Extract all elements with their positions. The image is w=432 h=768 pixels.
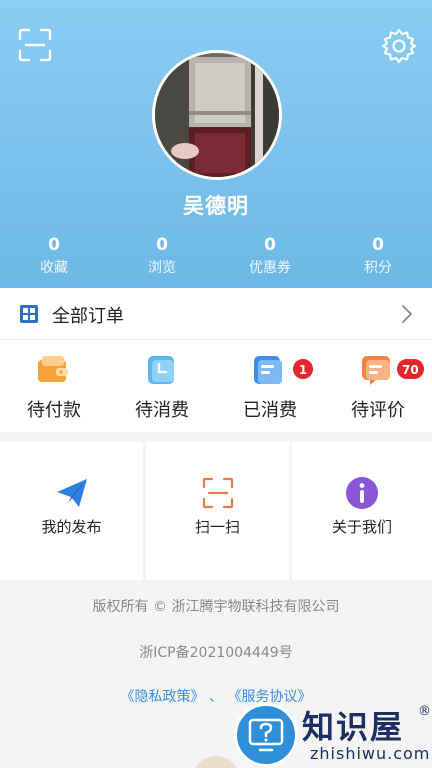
orders-grid-icon [20,305,38,323]
feature-grid: 我的发布 扫一扫 关于我们 [0,442,432,582]
watermark-logo [234,703,298,767]
monitor-question-icon [248,718,284,752]
feature-label: 我的发布 [41,518,102,536]
username: 吴德明 [183,194,249,218]
paper-plane-icon [57,479,87,507]
info-icon [346,477,378,509]
status-label: 待评价 [351,400,405,421]
privacy-policy-link[interactable]: 《隐私政策》 [121,689,205,705]
status-pending-payment[interactable]: 待付款 [0,352,108,428]
wallet-icon [38,356,68,382]
icp-text: 浙ICP备2021004449号 [139,645,293,661]
stat-value: 0 [156,235,168,255]
scan-button[interactable]: 扫一扫 [146,442,289,580]
stat-value: 0 [372,235,384,255]
feature-label: 关于我们 [331,518,392,536]
stat-value: 0 [264,235,276,255]
watermark-brand: 知识屋 [302,708,405,746]
clock-icon [148,356,174,384]
chevron-right-icon [402,305,412,323]
status-pending-use[interactable]: 待消费 [108,352,216,428]
stat-coupons[interactable]: 0 优惠券 [216,234,324,280]
partial-bottom-element [192,756,240,768]
gear-icon[interactable] [380,27,418,65]
status-label: 已消费 [243,400,297,421]
my-posts-button[interactable]: 我的发布 [0,442,143,580]
status-label: 待付款 [27,400,81,421]
orders-title: 全部订单 [52,306,124,327]
profile-header: 吴德明 0 收藏 0 浏览 0 优惠券 0 积分 [0,0,432,288]
stat-favorites[interactable]: 0 收藏 [0,234,108,280]
stat-value: 0 [48,235,60,255]
watermark-registered: ® [418,704,431,719]
link-separator: 、 [209,689,223,705]
scan-icon [202,477,234,509]
comment-icon [362,356,390,385]
status-label: 待消费 [135,400,189,421]
all-orders-row[interactable]: 全部订单 [0,288,432,340]
list-icon [254,356,282,384]
stat-label: 积分 [364,260,392,276]
status-consumed[interactable]: 1 已消费 [216,352,324,428]
status-pending-review[interactable]: 70 待评价 [324,352,432,428]
avatar[interactable] [152,50,282,180]
order-status-row: 待付款 待消费 1 已消费 70 待评价 [0,340,432,432]
about-us-button[interactable]: 关于我们 [292,442,432,580]
scan-icon[interactable] [18,28,52,62]
feature-label: 扫一扫 [194,518,240,536]
avatar-photo [155,53,279,177]
stat-browsed[interactable]: 0 浏览 [108,234,216,280]
copyright-text: 版权所有 © 浙江腾宇物联科技有限公司 [92,599,340,615]
stat-label: 优惠券 [249,260,291,276]
review-badge: 70 [396,358,425,380]
consumed-badge: 1 [292,358,314,380]
watermark-domain: zhishiwu.com [310,744,431,763]
stat-points[interactable]: 0 积分 [324,234,432,280]
stat-label: 收藏 [40,260,68,276]
stat-label: 浏览 [148,260,176,276]
